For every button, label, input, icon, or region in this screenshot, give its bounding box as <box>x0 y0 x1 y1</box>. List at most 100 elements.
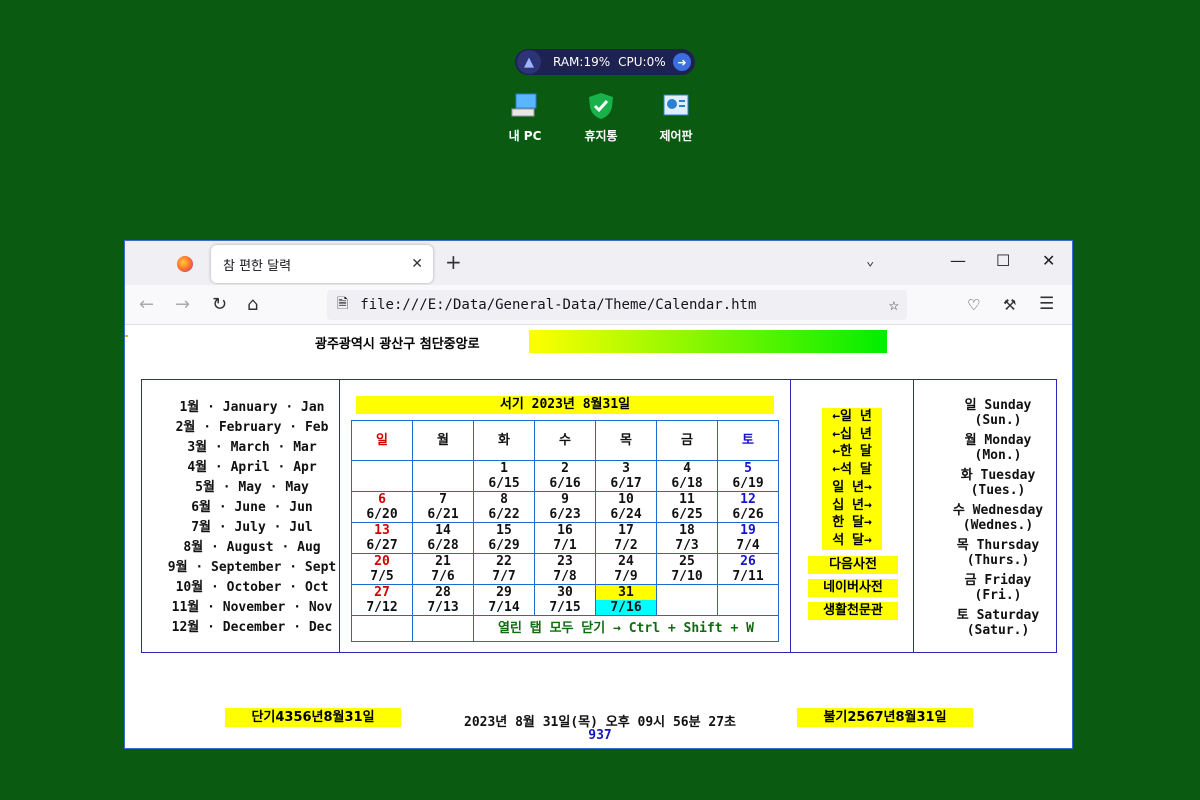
nav-next-month[interactable]: 한 달→ <box>822 514 882 532</box>
calendar-day-cell[interactable]: 20 7/5 <box>351 553 413 585</box>
month-item[interactable]: 1월 · January · Jan <box>162 398 342 418</box>
calendar-day-cell[interactable]: 4 6/18 <box>656 460 718 492</box>
desktop-icon-control-panel[interactable]: 제어판 <box>646 92 706 144</box>
month-item[interactable]: 11월 · November · Nov <box>162 598 342 618</box>
month-item[interactable]: 12월 · December · Dec <box>162 618 342 638</box>
calendar-day-cell[interactable]: 10 6/24 <box>595 491 657 523</box>
month-item[interactable]: 3월 · March · Mar <box>162 438 342 458</box>
calendar-day-cell[interactable]: 26 7/11 <box>717 553 779 585</box>
calendar-day-cell[interactable]: 18 7/3 <box>656 522 718 554</box>
calendar-day-cell[interactable]: 16 7/1 <box>534 522 596 554</box>
calendar-day-cell[interactable]: 1 6/15 <box>473 460 535 492</box>
buddhist-date: 불기2567년8월31일 <box>797 708 973 727</box>
nav-prev-month[interactable]: ←한 달 <box>822 443 882 461</box>
calendar-day-cell[interactable]: 3 6/17 <box>595 460 657 492</box>
calendar-day-cell[interactable]: 24 7/9 <box>595 553 657 585</box>
close-tab-icon[interactable]: ✕ <box>411 256 423 272</box>
month-item[interactable]: 8월 · August · Aug <box>162 538 342 558</box>
calendar-day-cell[interactable]: 29 7/14 <box>473 584 535 616</box>
solar-day: 1 <box>500 461 508 476</box>
calendar-day-cell[interactable]: 6 6/20 <box>351 491 413 523</box>
forward-button[interactable]: → <box>175 294 190 315</box>
weekday-header: 목 <box>595 420 657 461</box>
nav-next-decade[interactable]: 십 년→ <box>822 497 882 515</box>
bookmark-star-icon[interactable]: ☆ <box>889 295 899 315</box>
calendar-day-cell[interactable]: 23 7/8 <box>534 553 596 585</box>
calendar-day-cell[interactable]: 27 7/12 <box>351 584 413 616</box>
calendar-day-cell[interactable]: 11 6/25 <box>656 491 718 523</box>
solar-day: 22 <box>496 554 512 569</box>
lunar-date: 6/16 <box>549 476 581 491</box>
nav-next-quarter[interactable]: 석 달→ <box>822 532 882 550</box>
ram-usage: RAM:19% <box>553 55 611 69</box>
calendar-day-cell[interactable]: 31 7/16 <box>595 584 657 616</box>
weekday-header: 일 <box>351 420 413 461</box>
month-item[interactable]: 4월 · April · Apr <box>162 458 342 478</box>
tab-calendar[interactable]: 참 편한 달력 ✕ <box>211 245 433 283</box>
firefox-icon[interactable] <box>177 256 193 272</box>
calendar-day-cell[interactable]: 15 6/29 <box>473 522 535 554</box>
calendar-day-cell[interactable]: 13 6/27 <box>351 522 413 554</box>
astronomy-link[interactable]: 생활천문관 <box>808 602 898 620</box>
location-gradient-bar <box>529 330 887 353</box>
lunar-date: 7/12 <box>366 600 398 615</box>
weekday-abbr: (Wednes.) <box>962 518 1034 533</box>
chevron-down-icon[interactable]: ⌄ <box>866 253 874 269</box>
close-window-button[interactable]: ✕ <box>1042 251 1055 270</box>
calendar-day-cell[interactable]: 21 7/6 <box>412 553 474 585</box>
minimize-button[interactable]: — <box>950 251 966 270</box>
system-monitor-widget[interactable]: ▲ RAM:19% CPU:0% ➜ <box>515 49 695 75</box>
weekday-item: 토 Saturday (Satur.) <box>938 608 1058 638</box>
calendar-day-cell[interactable]: 8 6/22 <box>473 491 535 523</box>
calendar-day-cell[interactable]: 19 7/4 <box>717 522 779 554</box>
divider <box>790 380 791 652</box>
calendar-day-cell[interactable]: 7 6/21 <box>412 491 474 523</box>
nav-prev-decade[interactable]: ←십 년 <box>822 426 882 444</box>
solar-day: 29 <box>496 585 512 600</box>
calendar-day-cell[interactable]: 9 6/23 <box>534 491 596 523</box>
calendar-day-cell[interactable]: 5 6/19 <box>717 460 779 492</box>
nav-prev-year[interactable]: ←일 년 <box>822 408 882 426</box>
solar-day: 14 <box>435 523 451 538</box>
menu-icon[interactable]: ☰ <box>1039 294 1054 314</box>
month-item[interactable]: 5월 · May · May <box>162 478 342 498</box>
reload-button[interactable]: ↻ <box>212 294 227 315</box>
lunar-date: 7/11 <box>732 569 764 584</box>
desktop-icon-my-pc[interactable]: 내 PC <box>495 92 555 144</box>
month-item[interactable]: 2월 · February · Feb <box>162 418 342 438</box>
calendar-day-cell[interactable]: 22 7/7 <box>473 553 535 585</box>
tab-bar: 참 편한 달력 ✕ + ⌄ — ☐ ✕ <box>125 241 1072 285</box>
location-label: 광주광역시 광산구 첨단중앙로 <box>315 337 480 352</box>
calendar-day-cell[interactable]: 2 6/16 <box>534 460 596 492</box>
navigation-buttons: ←일 년 ←십 년 ←한 달 ←석 달 일 년→ 십 년→ 한 달→ 석 달→ <box>822 408 882 550</box>
url-text[interactable]: file:///E:/Data/General-Data/Theme/Calen… <box>360 297 756 313</box>
month-item[interactable]: 7월 · July · Jul <box>162 518 342 538</box>
calendar-day-cell[interactable]: 14 6/28 <box>412 522 474 554</box>
lunar-date: 7/15 <box>549 600 581 615</box>
home-icon[interactable]: ⌂ <box>247 294 258 315</box>
calendar-day-cell[interactable]: 17 7/2 <box>595 522 657 554</box>
month-item[interactable]: 10월 · October · Oct <box>162 578 342 598</box>
calendar-day-cell[interactable]: 30 7/15 <box>534 584 596 616</box>
daum-dictionary-link[interactable]: 다음사전 <box>808 556 898 574</box>
desktop-icon-recycle-bin[interactable]: 휴지통 <box>571 92 631 144</box>
maximize-button[interactable]: ☐ <box>996 251 1010 270</box>
month-item[interactable]: 6월 · June · Jun <box>162 498 342 518</box>
month-item[interactable]: 9월 · September · Sept <box>162 558 342 578</box>
desktop-icon-label: 제어판 <box>659 129 693 143</box>
calendar-day-cell[interactable]: 12 6/26 <box>717 491 779 523</box>
weekday-name: 수 Wednesday <box>952 503 1044 518</box>
nav-next-year[interactable]: 일 년→ <box>822 479 882 497</box>
nav-prev-quarter[interactable]: ←석 달 <box>822 461 882 479</box>
url-bar[interactable]: 🗎 file:///E:/Data/General-Data/Theme/Cal… <box>327 290 907 320</box>
naver-dictionary-link[interactable]: 네이버사전 <box>808 579 898 597</box>
pocket-icon[interactable]: ♡ <box>967 296 980 314</box>
new-tab-button[interactable]: + <box>445 250 462 274</box>
calendar-week-row: 27 7/12 28 7/13 29 7/14 30 7/15 31 7/16 <box>351 584 779 616</box>
arrow-right-icon[interactable]: ➜ <box>673 53 691 71</box>
extensions-icon[interactable]: ⚒ <box>1003 296 1016 314</box>
calendar-day-cell[interactable]: 25 7/10 <box>656 553 718 585</box>
back-button[interactable]: ← <box>139 294 154 315</box>
calendar-day-cell[interactable]: 28 7/13 <box>412 584 474 616</box>
solar-day: 25 <box>679 554 695 569</box>
